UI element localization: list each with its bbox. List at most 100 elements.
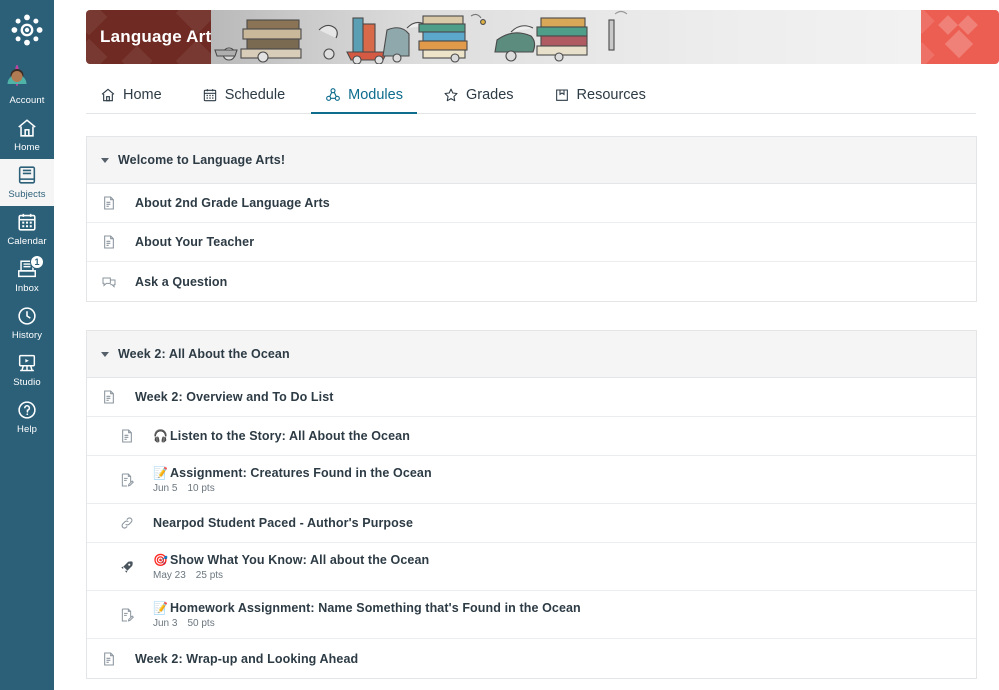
tab-schedule[interactable]: Schedule: [188, 87, 299, 113]
module-item-title: About 2nd Grade Language Arts: [135, 196, 330, 210]
tab-resources[interactable]: Resources: [540, 87, 660, 113]
due-date: Jun 3: [153, 617, 178, 629]
module-item[interactable]: Week 2: Wrap-up and Looking Ahead: [87, 639, 976, 678]
nav-label-home: Home: [14, 142, 40, 153]
avatar-icon: [7, 65, 40, 92]
home-icon: [16, 117, 38, 139]
module: Welcome to Language Arts! About 2nd Grad…: [86, 136, 977, 302]
home-icon: [100, 87, 116, 103]
module: Week 2: All About the Ocean Week 2: Over…: [86, 330, 977, 679]
nav-label-subjects: Subjects: [8, 189, 46, 200]
tab-home[interactable]: Home: [86, 87, 176, 113]
page-icon: [101, 389, 117, 405]
banner-illustration: [211, 10, 921, 64]
page-icon: [101, 195, 117, 211]
module-item-title: 📝 Assignment: Creatures Found in the Ocea…: [153, 465, 432, 481]
module-header[interactable]: Week 2: All About the Ocean: [87, 331, 976, 378]
diamond-decor: [121, 45, 153, 64]
star-icon: [443, 87, 459, 103]
module-items: About 2nd Grade Language Arts About Your…: [87, 184, 976, 301]
page-icon: [101, 234, 117, 250]
module-item-title: 🎧 Listen to the Story: All About the Ocea…: [153, 428, 410, 444]
nav-item-studio[interactable]: Studio: [0, 347, 54, 394]
diamond-decor: [938, 15, 958, 35]
chevron-down-icon[interactable]: [101, 157, 109, 163]
nav-item-subjects[interactable]: Subjects: [0, 159, 54, 206]
nav-item-calendar[interactable]: Calendar: [0, 206, 54, 253]
memo-emoji: 📝: [153, 465, 169, 480]
clock-icon: [16, 305, 38, 327]
tab-grades[interactable]: Grades: [429, 87, 528, 113]
module-item-body: About 2nd Grade Language Arts: [135, 195, 330, 211]
module-item-body: Week 2: Wrap-up and Looking Ahead: [135, 651, 358, 667]
module-item-body: Week 2: Overview and To Do List: [135, 389, 334, 405]
module-item-title: Nearpod Student Paced - Author's Purpose: [153, 516, 414, 530]
module-item[interactable]: Nearpod Student Paced - Author's Purpose: [87, 504, 976, 543]
module-item[interactable]: About Your Teacher: [87, 223, 976, 262]
tab-label-grades: Grades: [465, 87, 514, 103]
module-item-title: 🎯 Show What You Know: All about the Ocean: [153, 552, 429, 568]
module-item[interactable]: Ask a Question: [87, 262, 976, 301]
global-navigation: Account Home Subjects Calendar 1 Inbox H…: [0, 0, 54, 690]
diamond-decor: [921, 10, 935, 34]
page-icon: [101, 651, 117, 667]
module-item-body: Ask a Question: [135, 274, 227, 290]
tab-label-home: Home: [123, 87, 162, 103]
headphone-emoji: 🎧: [153, 429, 169, 443]
due-date: Jun 5: [153, 482, 178, 494]
book-icon: [16, 164, 38, 186]
nav-label-history: History: [11, 330, 43, 341]
module-items: Week 2: Overview and To Do List 🎧 Listen…: [87, 378, 976, 678]
module-item-body: 🎧 Listen to the Story: All About the Ocea…: [153, 428, 410, 444]
module-item-body: 📝 Assignment: Creatures Found in the Ocea…: [153, 465, 432, 495]
module-item-meta: Jun 3 50 pts: [153, 618, 581, 630]
diamond-decor: [944, 29, 974, 59]
due-date: May 23: [153, 569, 186, 581]
memo-emoji: 📝: [153, 600, 169, 615]
calendar-icon: [202, 87, 218, 103]
modules-list: Welcome to Language Arts! About 2nd Grad…: [86, 136, 977, 679]
nav-item-home[interactable]: Home: [0, 112, 54, 159]
modules-icon: [325, 87, 341, 103]
module-item-meta: Jun 5 10 pts: [153, 483, 432, 495]
tab-modules[interactable]: Modules: [311, 87, 417, 114]
course-nav-tabs: Home Schedule Modules Grades Resources: [86, 78, 976, 114]
nav-item-account[interactable]: Account: [0, 62, 54, 112]
module-item[interactable]: 📝 Assignment: Creatures Found in the Ocea…: [87, 456, 976, 504]
nav-item-history[interactable]: History: [0, 300, 54, 347]
module-item[interactable]: About 2nd Grade Language Arts: [87, 184, 976, 223]
module-item[interactable]: Week 2: Overview and To Do List: [87, 378, 976, 417]
inbox-unread-badge: 1: [30, 255, 44, 269]
banner-left-panel: Language Arts: [86, 10, 211, 64]
calendar-icon: [16, 211, 38, 233]
module-item-meta: May 23 25 pts: [153, 570, 429, 582]
quiz-rocket-icon: [119, 559, 135, 575]
module-item-title: Week 2: Wrap-up and Looking Ahead: [135, 651, 359, 666]
link-icon: [119, 515, 135, 531]
points-possible: 25 pts: [195, 569, 224, 581]
assignment-icon: [119, 472, 135, 488]
module-item[interactable]: 🎯 Show What You Know: All about the Ocean…: [87, 543, 976, 591]
module-item-title: About Your Teacher: [135, 235, 255, 249]
banner-right-panel: [921, 10, 999, 64]
module-item-text: Show What You Know: All about the Ocean: [170, 552, 430, 567]
nav-item-inbox[interactable]: 1 Inbox: [0, 253, 54, 300]
module-item-text: Listen to the Story: All About the Ocean: [170, 429, 410, 443]
course-title: Language Arts: [100, 27, 211, 46]
module-item[interactable]: 🎧 Listen to the Story: All About the Ocea…: [87, 417, 976, 456]
folder-icon: [554, 87, 570, 103]
canvas-app: Account Home Subjects Calendar 1 Inbox H…: [0, 0, 999, 690]
module-item[interactable]: 📝 Homework Assignment: Name Something tha…: [87, 591, 976, 639]
module-header[interactable]: Welcome to Language Arts!: [87, 137, 976, 184]
nav-label-studio: Studio: [13, 377, 41, 388]
points-possible: 50 pts: [187, 617, 215, 629]
module-item-body: Nearpod Student Paced - Author's Purpose: [153, 515, 413, 531]
page-icon: [119, 428, 135, 444]
nav-label-account: Account: [9, 95, 45, 106]
nav-item-help[interactable]: Help: [0, 394, 54, 441]
module-item-body: 📝 Homework Assignment: Name Something tha…: [153, 600, 581, 630]
canvas-logo-icon[interactable]: [9, 12, 45, 48]
studio-icon: [16, 352, 38, 374]
chevron-down-icon[interactable]: [101, 351, 109, 357]
module-item-text: Assignment: Creatures Found in the Ocean: [170, 465, 432, 480]
